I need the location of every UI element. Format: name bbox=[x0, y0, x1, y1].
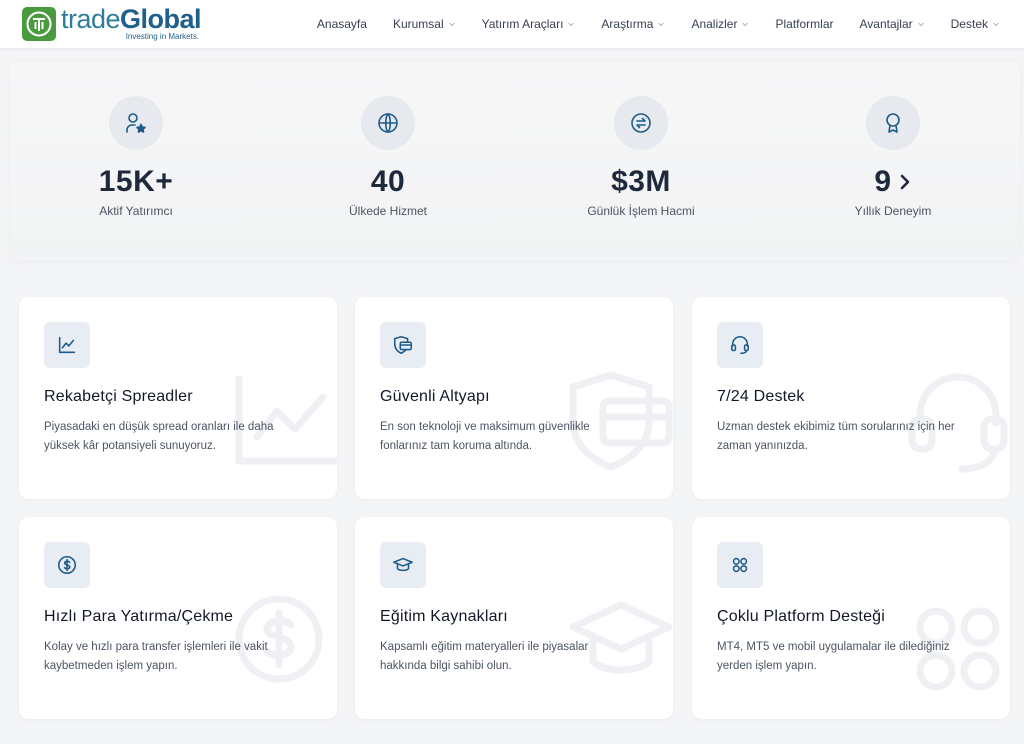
feature-description: MT4, MT5 ve mobil uygulamalar ile diledi… bbox=[717, 641, 950, 672]
platforms-icon bbox=[717, 542, 763, 588]
logo-mark-icon bbox=[22, 6, 56, 41]
feature-title: Hızlı Para Yatırma/Çekme bbox=[44, 608, 234, 625]
globe-icon bbox=[361, 96, 415, 150]
chevron-down-icon bbox=[742, 22, 749, 27]
chevron-down-icon bbox=[658, 22, 665, 27]
chevron-down-icon bbox=[993, 22, 999, 27]
chevron-down-icon bbox=[568, 22, 575, 27]
nav-item-kurumsal[interactable]: Kurumsal bbox=[393, 17, 456, 31]
stat-countries: 40 Ülkede Hizmet bbox=[263, 62, 513, 218]
feature-title: 7/24 Destek bbox=[717, 388, 805, 405]
brand-logo[interactable]: tradeGlobal Investing in Markets. bbox=[22, 4, 202, 41]
chevron-right-icon bbox=[900, 174, 909, 190]
user-star-icon bbox=[109, 96, 163, 150]
feature-title: Rekabetçi Spreadler bbox=[44, 388, 193, 405]
site-header: tradeGlobal Investing in Markets. Anasay… bbox=[0, 0, 1024, 48]
stat-label: Günlük İşlem Hacmi bbox=[587, 204, 695, 218]
stats-panel: 15K+ Aktif Yatırımcı 40 Ülkede Hizmet $3… bbox=[10, 62, 1020, 260]
feature-card-platforms: Çoklu Platform Desteği MT4, MT5 ve mobil… bbox=[692, 517, 1010, 719]
nav-item-avantajlar[interactable]: Avantajlar bbox=[859, 17, 924, 31]
headset-icon bbox=[717, 322, 763, 368]
nav-item-analizler[interactable]: Analizler bbox=[691, 17, 749, 31]
graduation-cap-icon bbox=[380, 542, 426, 588]
chevron-down-icon bbox=[917, 22, 924, 27]
feature-description: Kolay ve hızlı para transfer işlemleri i… bbox=[44, 641, 268, 672]
stat-label: Ülkede Hizmet bbox=[348, 204, 428, 218]
feature-title: Çoklu Platform Desteği bbox=[717, 608, 886, 625]
feature-card-education: Eğitim Kaynakları Kapsamlı eğitim matery… bbox=[355, 517, 673, 719]
shield-icon bbox=[380, 322, 426, 368]
stat-daily-volume: $3M Günlük İşlem Hacmi bbox=[516, 62, 766, 218]
exchange-icon bbox=[614, 96, 668, 150]
feature-card-deposits: Hızlı Para Yatırma/Çekme Kolay ve hızlı … bbox=[19, 517, 337, 719]
nav-item-anasayfa[interactable]: Anasayfa bbox=[317, 17, 367, 31]
feature-card-spreads: Rekabetçi Spreadler Piyasadaki en düşük … bbox=[19, 297, 337, 499]
feature-description: Piyasadaki en düşük spread oranları ile … bbox=[44, 421, 274, 452]
stat-experience: 9 Yıllık Deneyim bbox=[768, 62, 1018, 218]
nav-item-arastirma[interactable]: Araştırma bbox=[601, 17, 665, 31]
chevron-down-icon bbox=[448, 22, 455, 27]
stat-value: 40 bbox=[370, 165, 406, 198]
chart-line-icon bbox=[44, 322, 90, 368]
brand-name: tradeGlobal bbox=[61, 4, 202, 34]
feature-description: Uzman destek ekibimiz tüm sorularınız iç… bbox=[717, 421, 955, 452]
dollar-icon bbox=[44, 542, 90, 588]
stat-label: Aktif Yatırımcı bbox=[99, 204, 173, 218]
stat-active-investors: 15K+ Aktif Yatırımcı bbox=[11, 62, 261, 218]
stat-value: $3M bbox=[611, 165, 671, 198]
nav-item-destek[interactable]: Destek bbox=[951, 17, 1000, 31]
feature-title: Eğitim Kaynakları bbox=[380, 608, 508, 625]
stat-value: 15K+ bbox=[98, 165, 174, 198]
nav-item-yatirim-araclari[interactable]: Yatırım Araçları bbox=[482, 17, 576, 31]
award-icon bbox=[866, 96, 920, 150]
main-nav: Anasayfa Kurumsal Yatırım Araçları Araşt… bbox=[317, 0, 1000, 48]
feature-card-support: 7/24 Destek Uzman destek ekibimiz tüm so… bbox=[692, 297, 1010, 499]
feature-card-security: Güvenli Altyapı En son teknoloji ve maks… bbox=[355, 297, 673, 499]
feature-description: En son teknoloji ve maksimum güvenlikle … bbox=[380, 421, 590, 452]
stat-label: Yıllık Deneyim bbox=[854, 204, 932, 218]
feature-title: Güvenli Altyapı bbox=[380, 388, 490, 405]
brand-tagline: Investing in Markets. bbox=[125, 32, 200, 41]
feature-description: Kapsamlı eğitim materyalleri ile piyasal… bbox=[380, 641, 589, 672]
nav-item-platformlar[interactable]: Platformlar bbox=[775, 17, 833, 31]
stat-value: 9 bbox=[874, 165, 892, 198]
